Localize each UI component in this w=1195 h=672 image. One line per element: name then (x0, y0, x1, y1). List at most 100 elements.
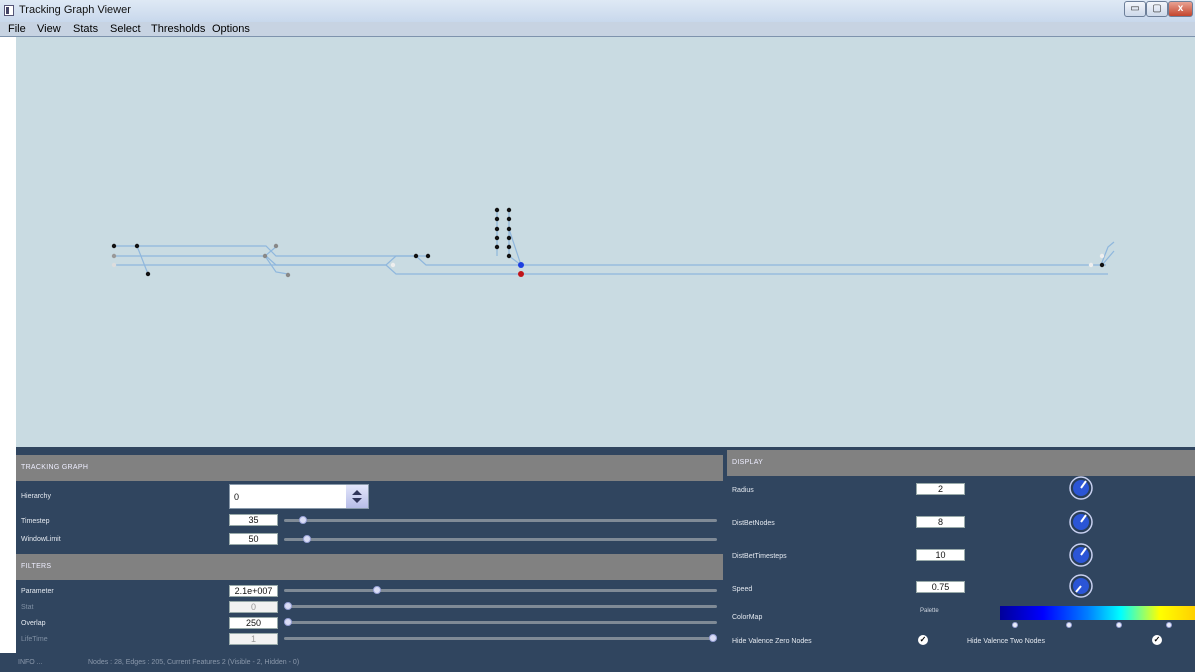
distbetnodes-value[interactable]: 8 (916, 516, 965, 528)
distbettimesteps-dial-icon[interactable] (1068, 542, 1094, 568)
hide-zero-label: Hide Valence Zero Nodes (732, 638, 812, 645)
status-bar: INFO ... Nodes : 28, Edges : 205, Curren… (0, 653, 1195, 672)
graph-nodes (111, 207, 1105, 278)
graph-node (273, 243, 279, 249)
overlap-slider-track[interactable] (284, 621, 717, 624)
graph-node (134, 243, 140, 249)
graph-node (494, 207, 500, 213)
graph-node (506, 216, 512, 222)
windowlimit-slider-track[interactable] (284, 538, 717, 541)
spin-arrows-icon[interactable] (346, 485, 368, 508)
menu-select[interactable]: Select (110, 22, 141, 36)
distbetnodes-dial-icon[interactable] (1068, 509, 1094, 535)
graph-node (506, 226, 512, 232)
tracking-graph-header: TRACKING GRAPH (16, 455, 723, 481)
graph-node (506, 235, 512, 241)
app-icon (4, 5, 14, 16)
menu-thresholds[interactable]: Thresholds (151, 22, 205, 36)
graph-node (494, 216, 500, 222)
graph-node (413, 253, 419, 259)
windowlimit-label: WindowLimit (21, 536, 61, 543)
menu-file[interactable]: File (8, 22, 26, 36)
graph-node (145, 271, 151, 277)
graph-node (111, 243, 117, 249)
timestep-value[interactable]: 35 (229, 514, 278, 526)
distbettimesteps-label: DistBetTimesteps (732, 553, 787, 560)
parameter-value[interactable]: 2.1e+007 (229, 585, 278, 597)
graph-node (1099, 262, 1105, 268)
graph-node (111, 262, 117, 268)
timestep-label: Timestep (21, 518, 50, 525)
graph-node (494, 235, 500, 241)
lifetime-value[interactable]: 1 (229, 633, 278, 645)
timestep-slider-track[interactable] (284, 519, 717, 522)
speed-dial-icon[interactable] (1068, 573, 1094, 599)
graph-node (262, 253, 268, 259)
graph-edge (114, 264, 1108, 275)
overlap-value[interactable]: 250 (229, 617, 278, 629)
filters-header: FILTERS (16, 554, 723, 580)
stat-label: Stat (21, 604, 34, 611)
graph-node-selected-blue (518, 262, 524, 268)
graph-node (494, 244, 500, 250)
menu-view[interactable]: View (37, 22, 61, 36)
hide-two-checkbox[interactable]: ✓ (1152, 635, 1162, 645)
maximize-button[interactable]: ▢ (1146, 1, 1168, 17)
windowlimit-value[interactable]: 50 (229, 533, 278, 545)
overlap-slider-thumb[interactable] (284, 618, 292, 626)
tracking-graph-canvas[interactable] (16, 37, 1195, 447)
graph-edge (136, 245, 149, 275)
radio-icon[interactable] (1012, 622, 1018, 628)
lifetime-slider-thumb[interactable] (709, 634, 717, 642)
speed-value[interactable]: 0.75 (916, 581, 965, 593)
stat-value[interactable]: 0 (229, 601, 278, 613)
overlap-label: Overlap (21, 620, 46, 627)
graph-node (111, 253, 117, 259)
parameter-label: Parameter (21, 588, 54, 595)
display-header: DISPLAY (727, 450, 1195, 476)
menu-options[interactable]: Options (212, 22, 250, 36)
radius-value[interactable]: 2 (916, 483, 965, 495)
parameter-slider-track[interactable] (284, 589, 717, 592)
graph-node (285, 272, 291, 278)
graph-node (506, 244, 512, 250)
parameter-slider-thumb[interactable] (373, 586, 382, 594)
graph-node (494, 226, 500, 232)
menu-stats[interactable]: Stats (73, 22, 98, 36)
control-panel: TRACKING GRAPH Hierarchy 0 Timestep 35 W… (16, 447, 1195, 653)
windowlimit-slider-thumb[interactable] (303, 535, 312, 543)
status-message: Nodes : 28, Edges : 205, Current Feature… (88, 659, 300, 666)
radio-icon[interactable] (1166, 622, 1172, 628)
graph-edge (114, 255, 428, 266)
graph-node (425, 253, 431, 259)
lifetime-slider-track[interactable] (284, 637, 717, 640)
stat-slider-thumb[interactable] (284, 602, 292, 610)
left-margin (0, 37, 16, 653)
graph-node (1099, 253, 1105, 259)
radio-icon[interactable] (1116, 622, 1122, 628)
distbettimesteps-value[interactable]: 10 (916, 549, 965, 561)
hierarchy-spinbox[interactable]: 0 (229, 484, 369, 509)
lifetime-label: LifeTime (21, 636, 48, 643)
graph-node (506, 253, 512, 259)
stat-slider-track[interactable] (284, 605, 717, 608)
title-bar: Tracking Graph Viewer ▭ ▢ x (0, 0, 1195, 23)
menu-bar: File View Stats Select Thresholds Option… (0, 22, 1195, 37)
hide-zero-checkbox[interactable]: ✓ (918, 635, 928, 645)
graph-node (1088, 262, 1094, 268)
window-title: Tracking Graph Viewer (19, 4, 131, 16)
graph-edges (114, 210, 1115, 275)
radius-dial-icon[interactable] (1068, 475, 1094, 501)
speed-label: Speed (732, 586, 753, 593)
timestep-slider-thumb[interactable] (298, 516, 307, 524)
hierarchy-value: 0 (234, 492, 240, 502)
radio-icon[interactable] (1066, 622, 1072, 628)
palette-label: Palette (920, 608, 939, 614)
colormap-radio-row (1000, 622, 1195, 628)
colormap-gradient[interactable] (1000, 606, 1195, 620)
graph-node-selected-red (518, 271, 524, 277)
minimize-button[interactable]: ▭ (1124, 1, 1146, 17)
status-info: INFO ... (18, 659, 43, 666)
graph-node (390, 262, 396, 268)
close-button[interactable]: x (1168, 1, 1193, 17)
